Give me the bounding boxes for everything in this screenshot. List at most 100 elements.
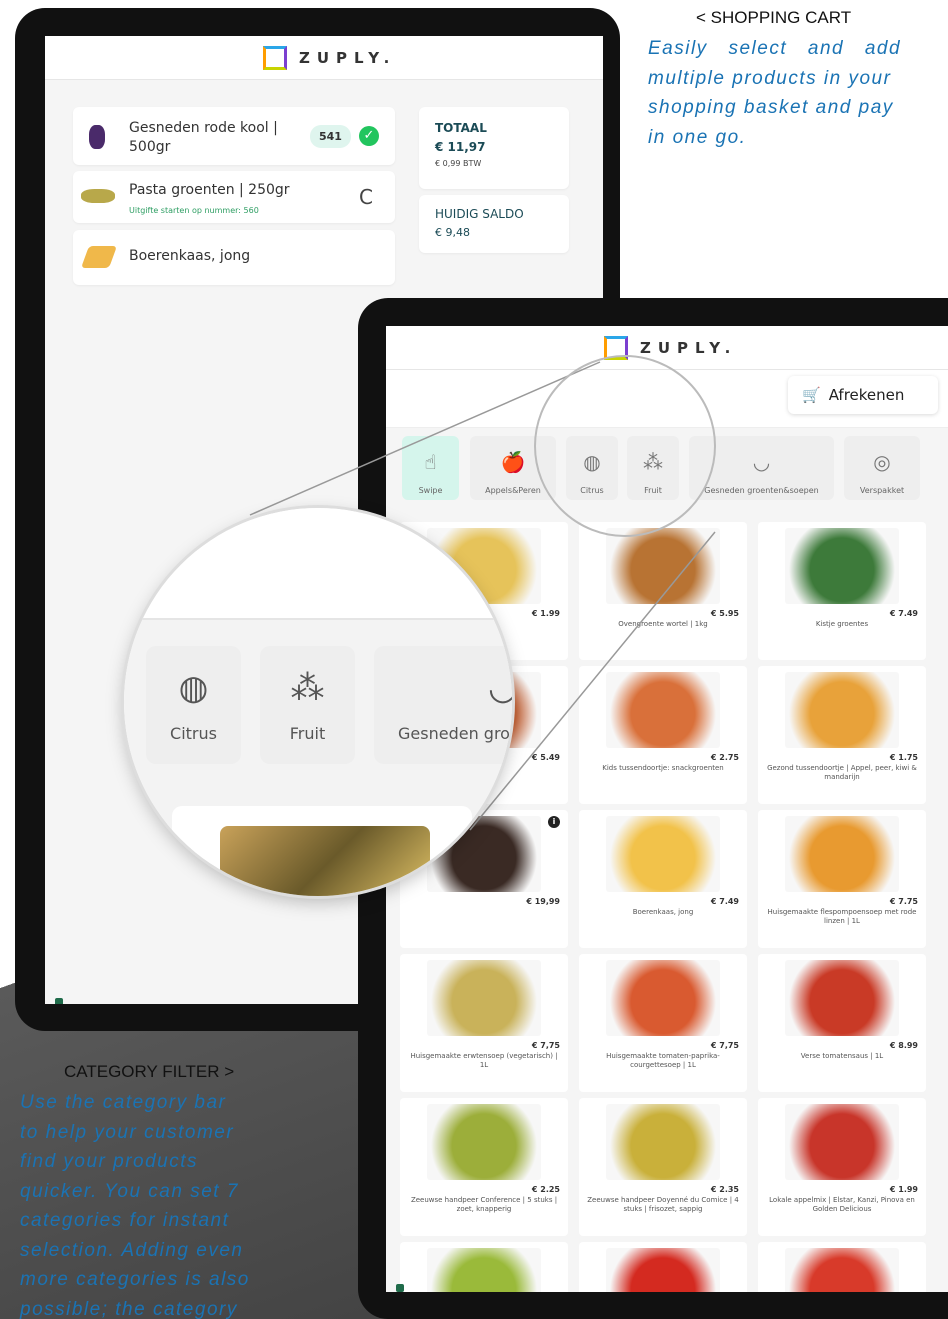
grapes-icon: ⁂ [290, 668, 325, 708]
product-card[interactable]: € 2.75 Kids tussendoortje: snackgroenten [579, 666, 747, 804]
product-card[interactable]: € 8.99 Verse tomatensaus | 1L [758, 954, 926, 1092]
vat-value: € 0,99 BTW [435, 159, 482, 168]
product-name: Lokale appelmix | Elstar, Kanzi, Pinova … [769, 1196, 915, 1213]
product-card[interactable]: € 7,75 Huisgemaakte tomaten-paprika-courg… [579, 954, 747, 1092]
check-icon: ✓ [359, 126, 379, 146]
cart-item[interactable]: Pasta groenten | 250gr Uitgifte starten … [73, 171, 395, 223]
category-citrus[interactable]: ◍ Citrus [566, 436, 618, 500]
pasta-vegetables-image [81, 189, 115, 203]
product-price: € 5.95 [710, 609, 739, 618]
product-image [606, 528, 720, 604]
zoom-category-citrus[interactable]: ◍ Citrus [146, 646, 241, 764]
product-price: € 19,99 [526, 897, 560, 906]
product-price: € 7.75 [889, 897, 918, 906]
product-card[interactable]: € 7,75 Huisgemaakte erwtensoep (vegetaris… [400, 954, 568, 1092]
status-indicator [55, 998, 63, 1004]
zuply-logo-icon [263, 46, 287, 70]
product-card[interactable]: € 2.35 Zeeuwse handpeer Doyenné du Comice… [579, 1098, 747, 1236]
zoom-category-fruit[interactable]: ⁂ Fruit [260, 646, 355, 764]
apple-icon: 🍎 [500, 450, 526, 474]
product-card[interactable]: € 5.95 Ovengroente wortel | 1kg [579, 522, 747, 660]
product-name: Zeeuwse handpeer Doyenné du Comice | 4 s… [587, 1196, 739, 1213]
product-image [606, 672, 720, 748]
red-cabbage-image [89, 125, 105, 149]
product-name: Kistje groentes [815, 620, 869, 628]
category-swipe[interactable]: ☝ Swipe [402, 436, 459, 500]
citrus-icon: ◍ [583, 450, 601, 474]
product-card[interactable]: € 7.75 Huisgemaakte flespompoensoep met r… [758, 810, 926, 948]
total-panel: TOTAAL € 11,97 € 0,99 BTW [419, 107, 569, 189]
queue-number-badge: 541 [310, 125, 351, 148]
product-image [785, 816, 899, 892]
product-price: € 1.99 [889, 1185, 918, 1194]
product-card[interactable]: € 2.25 Zeeuwse handpeer Conference | 5 st… [400, 1098, 568, 1236]
total-value: € 11,97 [435, 140, 486, 154]
category-annotation-title: CATEGORY FILTER > [64, 1062, 235, 1081]
product-image [606, 960, 720, 1036]
cart-item[interactable]: Gesneden rode kool | 500gr 541 ✓ [73, 107, 395, 165]
product-name: Boerenkaas, jong [632, 908, 694, 916]
zuply-logo: ZUPLY. [263, 46, 396, 70]
product-name: Ovengroente wortel | 1kg [618, 620, 708, 628]
bowl-icon: ◡ [752, 450, 771, 474]
category-cut-vegetables-soups[interactable]: ◡ Gesneden groenten&soepen [689, 436, 834, 500]
toolbar: 🛒 Afrekenen [386, 370, 948, 428]
product-price: € 7,75 [710, 1041, 739, 1050]
product-image [785, 1104, 899, 1180]
product-image [606, 816, 720, 892]
citrus-icon: ◍ [178, 668, 209, 708]
product-image [427, 1104, 541, 1180]
product-card[interactable] [758, 1242, 926, 1292]
product-name: Huisgemaakte flespompoensoep met rode li… [767, 908, 917, 925]
magnifier: ◍ Citrus ⁂ Fruit ◡ Gesneden gro [124, 508, 512, 896]
category-apples-pears[interactable]: 🍎 Appels&Peren [470, 436, 556, 500]
product-price: € 2.25 [531, 1185, 560, 1194]
product-card[interactable]: € 1.99 Lokale appelmix | Elstar, Kanzi, P… [758, 1098, 926, 1236]
info-icon[interactable]: i [548, 816, 560, 828]
product-price: € 7.49 [710, 897, 739, 906]
shop-header: ZUPLY. [386, 326, 948, 370]
product-card[interactable]: € 7.49 Kistje groentes [758, 522, 926, 660]
product-price: € 1.75 [889, 753, 918, 762]
product-image [427, 1248, 541, 1292]
cheese-image [80, 246, 118, 268]
product-price: € 1.99 [531, 609, 560, 618]
cart-annotation-text: Easily select and add multiple products … [648, 38, 902, 148]
product-price: € 7,75 [531, 1041, 560, 1050]
pending-status: C [359, 185, 373, 209]
category-fruit[interactable]: ⁂ Fruit [627, 436, 679, 500]
product-price: € 2.35 [710, 1185, 739, 1194]
product-card[interactable]: € 1.75 Gezond tussendoortje | Appel, peer… [758, 666, 926, 804]
bowl-icon: ◡ [488, 668, 512, 708]
product-image [606, 1104, 720, 1180]
zuply-logo-icon [604, 336, 628, 360]
category-annotation-text: Use the category bar to help your custom… [20, 1092, 250, 1319]
product-name: Verse tomatensaus | 1L [800, 1052, 884, 1060]
balance-value: € 9,48 [435, 226, 470, 239]
product-price: € 2.75 [710, 753, 739, 762]
cart-header: ZUPLY. [45, 36, 603, 80]
product-name: Kids tussendoortje: snackgroenten [602, 764, 724, 772]
category-fresh-package[interactable]: ◎ Verspakket [844, 436, 920, 500]
product-image [785, 672, 899, 748]
product-name: Zeeuwse handpeer Conference | 5 stuks | … [410, 1196, 558, 1213]
product-price: € 5.49 [531, 753, 560, 762]
cart-item[interactable]: Boerenkaas, jong [73, 230, 395, 285]
cart-annotation-title: < SHOPPING CART [696, 8, 852, 27]
zoom-category-cut-vegetables[interactable]: ◡ Gesneden gro [374, 646, 512, 764]
product-image [785, 1248, 899, 1292]
zuply-logo: ZUPLY. [604, 336, 737, 360]
balance-panel: HUIDIG SALDO € 9,48 [419, 195, 569, 253]
product-card[interactable] [400, 1242, 568, 1292]
product-card[interactable] [579, 1242, 747, 1292]
product-image [606, 1248, 720, 1292]
checkout-button[interactable]: 🛒 Afrekenen [788, 376, 938, 414]
product-image [785, 528, 899, 604]
plate-icon: ◎ [873, 450, 891, 474]
issue-note: Uitgifte starten op nummer: 560 [129, 206, 259, 215]
product-card[interactable]: € 7.49 Boerenkaas, jong [579, 810, 747, 948]
grapes-icon: ⁂ [643, 450, 663, 474]
product-image [785, 960, 899, 1036]
cart-icon: 🛒 [802, 386, 821, 404]
oven-vegetables-image [220, 826, 430, 896]
